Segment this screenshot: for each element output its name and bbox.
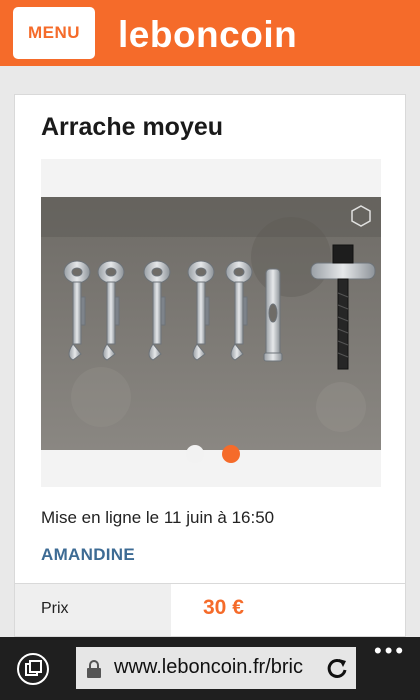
top-bar: MENU leboncoin [0, 0, 420, 66]
price-row: Prix 30 € [15, 583, 405, 637]
refresh-icon[interactable] [326, 657, 348, 684]
seller-name-link[interactable]: AMANDINE [41, 545, 135, 565]
gallery-dot-2-active[interactable] [222, 445, 240, 463]
gallery-pagination [41, 444, 381, 464]
image-gallery[interactable] [41, 159, 381, 487]
price-label: Prix [41, 600, 69, 617]
browser-bar: www.leboncoin.fr/bric ••• [0, 637, 420, 700]
logo[interactable]: leboncoin [118, 11, 297, 59]
photo-image [41, 197, 381, 450]
price-value: 30 € [203, 596, 244, 619]
ad-title: Arrache moyeu [41, 113, 224, 141]
posted-date: Mise en ligne le 11 juin à 16:50 [41, 508, 275, 527]
price-label-cell: Prix [15, 584, 171, 636]
more-icon[interactable]: ••• [374, 640, 406, 662]
gallery-dot-1[interactable] [186, 445, 204, 463]
lock-icon [86, 660, 102, 683]
tabs-icon[interactable] [16, 652, 50, 686]
url-text[interactable]: www.leboncoin.fr/bric [114, 656, 326, 679]
menu-button[interactable]: MENU [13, 7, 95, 59]
address-bar[interactable]: www.leboncoin.fr/bric [76, 647, 356, 689]
ad-photo[interactable] [41, 197, 381, 450]
ad-card: Arrache moyeu Mise en ligne le 11 juin à… [14, 94, 406, 654]
